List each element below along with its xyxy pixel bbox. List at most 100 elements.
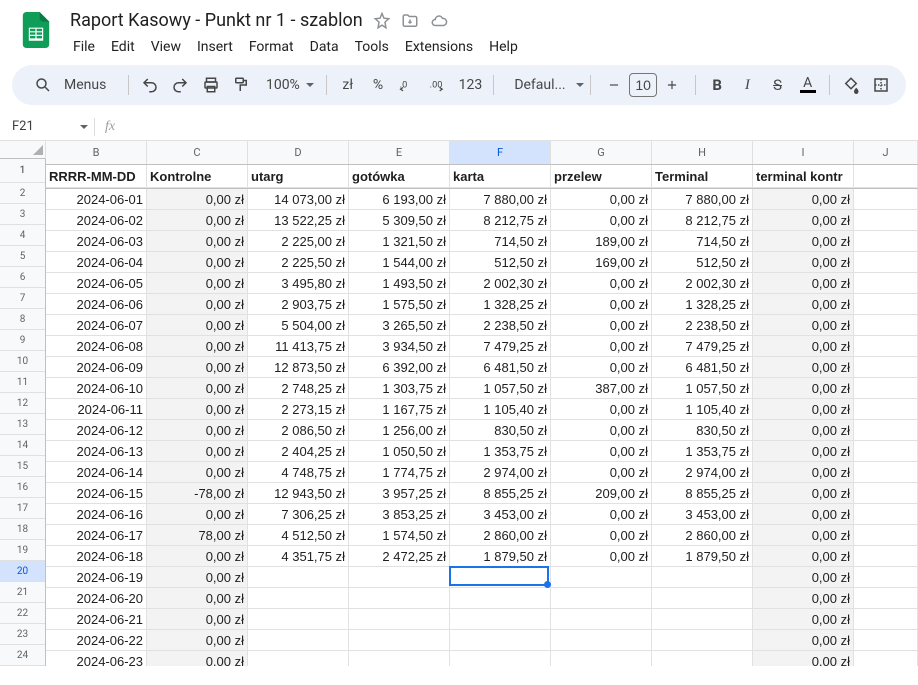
cell[interactable]: 0,00 zł: [147, 294, 248, 315]
cell[interactable]: 5 504,00 zł: [248, 315, 349, 336]
cell[interactable]: 6 392,00 zł: [349, 357, 450, 378]
cell[interactable]: [551, 567, 652, 588]
cell[interactable]: 2024-06-03: [46, 231, 147, 252]
cell[interactable]: [652, 588, 753, 609]
cell[interactable]: 78,00 zł: [147, 525, 248, 546]
cell[interactable]: 1 774,75 zł: [349, 462, 450, 483]
menu-file[interactable]: File: [66, 35, 102, 59]
cell[interactable]: 0,00 zł: [147, 357, 248, 378]
col-header-J[interactable]: J: [854, 141, 918, 164]
move-folder-icon[interactable]: [401, 12, 419, 30]
cell[interactable]: 14 073,00 zł: [248, 189, 349, 210]
row-header[interactable]: 15: [0, 456, 45, 477]
cell[interactable]: 7 479,25 zł: [652, 336, 753, 357]
row-header[interactable]: 8: [0, 309, 45, 330]
cell[interactable]: [854, 567, 918, 588]
cell[interactable]: 2024-06-18: [46, 546, 147, 567]
cell[interactable]: 2 860,00 zł: [652, 525, 753, 546]
cell[interactable]: 0,00 zł: [753, 525, 854, 546]
cell[interactable]: [450, 609, 551, 630]
cell[interactable]: [854, 273, 918, 294]
cell[interactable]: 0,00 zł: [147, 231, 248, 252]
strikethrough-button[interactable]: S: [764, 70, 790, 100]
row-header[interactable]: 17: [0, 498, 45, 519]
cell[interactable]: 1 321,50 zł: [349, 231, 450, 252]
cell[interactable]: 0,00 zł: [551, 210, 652, 231]
cell[interactable]: [248, 651, 349, 666]
cell[interactable]: 2024-06-01: [46, 189, 147, 210]
cell[interactable]: 2024-06-09: [46, 357, 147, 378]
increase-font-size-button[interactable]: [657, 70, 687, 100]
row-header[interactable]: 2: [0, 183, 45, 204]
cell[interactable]: 1 105,40 zł: [450, 399, 551, 420]
cell[interactable]: 2024-06-14: [46, 462, 147, 483]
cell[interactable]: 0,00 zł: [551, 315, 652, 336]
cell[interactable]: 6 481,50 zł: [450, 357, 551, 378]
paint-format-button[interactable]: [228, 70, 254, 100]
cell[interactable]: 0,00 zł: [753, 252, 854, 273]
cell[interactable]: 387,00 zł: [551, 378, 652, 399]
cell[interactable]: 0,00 zł: [551, 441, 652, 462]
cell[interactable]: 0,00 zł: [551, 399, 652, 420]
cell[interactable]: 1 256,00 zł: [349, 420, 450, 441]
row-header[interactable]: 18: [0, 519, 45, 540]
cell[interactable]: gotówka: [349, 165, 450, 188]
currency-format-button[interactable]: zł: [335, 70, 361, 100]
cell[interactable]: 2 404,25 zł: [248, 441, 349, 462]
cell[interactable]: 8 212,75 zł: [652, 210, 753, 231]
sheets-logo[interactable]: [16, 10, 56, 50]
cell[interactable]: [854, 588, 918, 609]
cell[interactable]: 0,00 zł: [147, 504, 248, 525]
row-header[interactable]: 3: [0, 204, 45, 225]
cell[interactable]: utarg: [248, 165, 349, 188]
cell[interactable]: 0,00 zł: [753, 357, 854, 378]
cell[interactable]: 0,00 zł: [147, 252, 248, 273]
cell[interactable]: [854, 399, 918, 420]
col-header-G[interactable]: G: [551, 141, 652, 164]
cell[interactable]: [551, 630, 652, 651]
cell[interactable]: 3 934,50 zł: [349, 336, 450, 357]
cell[interactable]: 0,00 zł: [551, 273, 652, 294]
row-header[interactable]: 4: [0, 225, 45, 246]
cell[interactable]: 0,00 zł: [753, 378, 854, 399]
cell[interactable]: 512,50 zł: [652, 252, 753, 273]
cell[interactable]: [450, 567, 551, 588]
cell[interactable]: 8 855,25 zł: [652, 483, 753, 504]
cloud-status-icon[interactable]: [429, 12, 449, 30]
cell[interactable]: 2 225,50 zł: [248, 252, 349, 273]
cell[interactable]: [349, 609, 450, 630]
cell[interactable]: 4 351,75 zł: [248, 546, 349, 567]
cell[interactable]: [854, 210, 918, 231]
borders-button[interactable]: [868, 70, 894, 100]
cell[interactable]: [248, 609, 349, 630]
cell[interactable]: 3 495,80 zł: [248, 273, 349, 294]
cell[interactable]: [854, 525, 918, 546]
cell[interactable]: [551, 609, 652, 630]
cell[interactable]: 0,00 zł: [551, 336, 652, 357]
cell[interactable]: 3 453,00 zł: [652, 504, 753, 525]
cell[interactable]: 0,00 zł: [147, 462, 248, 483]
print-button[interactable]: [198, 70, 224, 100]
cell[interactable]: 2024-06-17: [46, 525, 147, 546]
cell[interactable]: [652, 651, 753, 666]
cell[interactable]: 2024-06-13: [46, 441, 147, 462]
redo-button[interactable]: [167, 70, 193, 100]
cell[interactable]: karta: [450, 165, 551, 188]
cell[interactable]: 2024-06-11: [46, 399, 147, 420]
name-box[interactable]: F21: [8, 119, 88, 134]
cell[interactable]: 2 238,50 zł: [450, 315, 551, 336]
cell[interactable]: 0,00 zł: [147, 210, 248, 231]
cell[interactable]: [248, 588, 349, 609]
search-menus[interactable]: Menus: [24, 72, 120, 98]
cell[interactable]: 0,00 zł: [753, 189, 854, 210]
cell[interactable]: 2 472,25 zł: [349, 546, 450, 567]
row-header[interactable]: 1: [0, 159, 45, 183]
cell[interactable]: 0,00 zł: [551, 189, 652, 210]
cell[interactable]: 0,00 zł: [551, 525, 652, 546]
cell[interactable]: 0,00 zł: [753, 441, 854, 462]
cell[interactable]: 2024-06-23: [46, 651, 147, 666]
row-header[interactable]: 7: [0, 288, 45, 309]
cell[interactable]: 830,50 zł: [652, 420, 753, 441]
cell[interactable]: 2 086,50 zł: [248, 420, 349, 441]
cell[interactable]: 13 522,25 zł: [248, 210, 349, 231]
